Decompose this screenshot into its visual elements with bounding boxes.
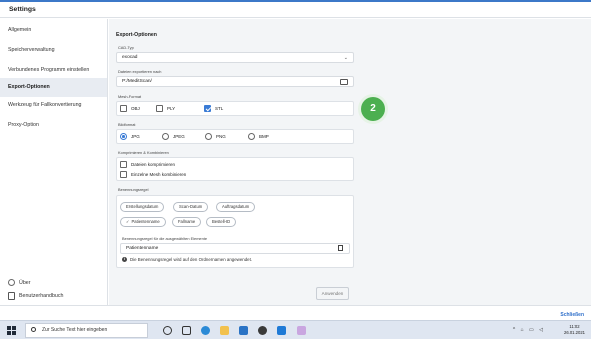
compress-panel: Dateien komprimieren Einzelne Mesh kombi… <box>116 157 354 181</box>
sidebar: Allgemein Speicherverwaltung Verbundenes… <box>0 19 108 305</box>
sidebar-item-allgemein[interactable]: Allgemein <box>0 21 107 40</box>
manual-item[interactable]: Benutzerhandbuch <box>8 292 63 300</box>
sidebar-item-fallkonvertierung[interactable]: Werkzeug für Fallkonvertierung <box>0 96 107 115</box>
system-tray-icons[interactable]: ^ ⌂ ▭ ◁ <box>513 327 545 333</box>
clock-date: 26.01.2021 <box>564 330 585 335</box>
image-jpeg-radio[interactable]: JPEG <box>162 133 185 140</box>
clock[interactable]: 11:02 26.01.2021 <box>564 324 585 336</box>
checkbox-box <box>120 105 127 112</box>
taskbar-search-placeholder: Zur Suche Text hier eingeben <box>42 327 108 333</box>
close-button[interactable]: Schließen <box>560 312 584 318</box>
about-item[interactable]: Über <box>8 279 30 286</box>
image-format-label: Bildformat <box>118 122 136 127</box>
search-icon <box>31 327 36 332</box>
compress-files-checkbox[interactable]: Dateien komprimieren <box>120 161 175 168</box>
mesh-format-panel: OBJ PLY STL <box>116 101 354 116</box>
chevron-down-icon: ⌄ <box>343 55 348 61</box>
chip-auftragsdatum[interactable]: Auftragsdatum <box>216 202 256 212</box>
combine-mesh-checkbox[interactable]: Einzelne Mesh kombinieren <box>120 171 186 178</box>
task-view-icon[interactable] <box>182 326 191 335</box>
chip-bestell-id[interactable]: Bestell-ID <box>206 217 237 227</box>
selected-rule-field[interactable]: Patientenname <box>120 243 350 254</box>
image-bmp-radio[interactable]: BMP <box>248 133 269 140</box>
info-icon: i <box>122 257 127 262</box>
step-badge: 2 <box>361 97 385 121</box>
windows-start-icon[interactable] <box>7 326 16 335</box>
naming-label: Benennungsregel <box>118 187 149 192</box>
export-path-value: P:/MeditScan/ <box>122 79 152 84</box>
image-jpg-radio[interactable]: JPG <box>120 133 140 140</box>
app-icon[interactable] <box>258 326 267 335</box>
checkbox-box <box>120 171 127 178</box>
image-format-panel: JPG JPEG PNG BMP <box>116 129 354 144</box>
export-options-content: Export-Optionen CAD-Typ exocad ⌄ Dateien… <box>109 19 591 305</box>
radio <box>162 133 169 140</box>
naming-panel: Erstellungsdatum Scan-Datum Auftragsdatu… <box>116 195 354 268</box>
edge-icon[interactable] <box>201 326 210 335</box>
naming-info-text: Die Benennungsregel wird auf den Ordnern… <box>130 257 253 262</box>
mesh-ply-checkbox[interactable]: PLY <box>156 105 175 112</box>
naming-info: i Die Benennungsregel wird auf den Ordne… <box>122 257 252 262</box>
chip-patientenname[interactable]: ✓ Patientenname <box>120 217 166 227</box>
gear-icon <box>8 279 15 286</box>
checkmark-icon: ✓ <box>126 219 130 224</box>
taskbar: Zur Suche Text hier eingeben ^ ⌂ ▭ ◁ 11:… <box>0 320 591 339</box>
about-label: Über <box>19 279 31 286</box>
mesh-stl-checkbox[interactable]: STL <box>204 105 223 112</box>
sidebar-item-export-optionen[interactable]: Export-Optionen <box>0 78 107 97</box>
export-path-field[interactable]: P:/MeditScan/ <box>116 76 354 87</box>
selected-rule-label: Benennungsregel für die ausgewählten Ele… <box>122 236 208 241</box>
checkbox-box <box>120 161 127 168</box>
cad-type-select[interactable]: exocad ⌄ <box>116 52 354 63</box>
title-bar: Settings <box>0 2 591 18</box>
chip-erstellungsdatum[interactable]: Erstellungsdatum <box>120 202 165 212</box>
cortana-icon[interactable] <box>163 326 172 335</box>
store-icon[interactable] <box>239 326 248 335</box>
mesh-obj-checkbox[interactable]: OBJ <box>120 105 140 112</box>
apply-button[interactable]: Anwenden <box>316 287 349 300</box>
manual-label: Benutzerhandbuch <box>19 293 64 299</box>
checkbox-box <box>156 105 163 112</box>
export-path-label: Dateien exportieren nach <box>118 69 162 74</box>
sidebar-item-proxy-option[interactable]: Proxy-Option <box>0 116 107 135</box>
paint-icon[interactable] <box>297 326 306 335</box>
checkbox-box-checked <box>204 105 211 112</box>
book-icon <box>8 292 15 300</box>
window-title: Settings <box>9 6 36 13</box>
radio <box>248 133 255 140</box>
radio-checked <box>120 133 127 140</box>
cad-type-value: exocad <box>122 55 138 60</box>
settings-window: Settings Allgemein Speicherverwaltung Ve… <box>0 0 591 322</box>
sidebar-item-speicherverwaltung[interactable]: Speicherverwaltung <box>0 41 107 60</box>
mesh-format-label: Mesh-Format <box>118 94 142 99</box>
compress-label: Komprimieren & Kombinieren <box>118 150 169 155</box>
selected-rule-value: Patientenname <box>126 246 159 251</box>
taskbar-search-input[interactable]: Zur Suche Text hier eingeben <box>25 323 148 338</box>
radio <box>205 133 212 140</box>
image-png-radio[interactable]: PNG <box>205 133 226 140</box>
trash-icon[interactable] <box>338 245 343 251</box>
file-explorer-icon[interactable] <box>220 326 229 335</box>
chip-scan-datum[interactable]: Scan-Datum <box>173 202 209 212</box>
section-title: Export-Optionen <box>116 32 157 38</box>
cad-type-label: CAD-Typ <box>118 45 134 50</box>
medit-app-icon[interactable] <box>277 326 286 335</box>
chip-fallname[interactable]: Fallname <box>172 217 202 227</box>
folder-icon[interactable] <box>340 79 348 85</box>
